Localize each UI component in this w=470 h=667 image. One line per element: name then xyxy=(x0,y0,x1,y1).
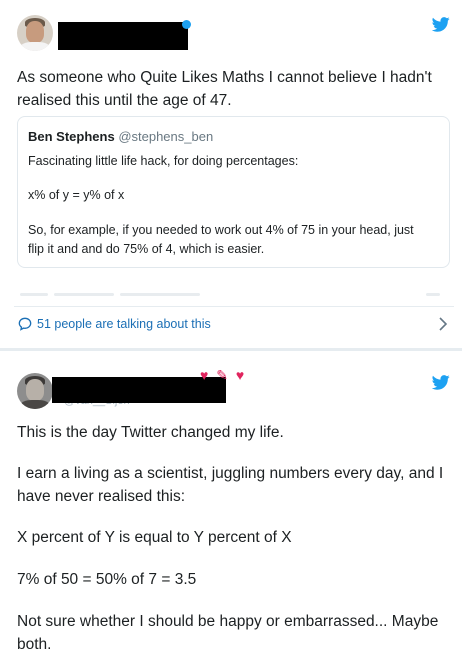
embed-separator xyxy=(0,348,462,351)
tweet-embed-1: As someone who Quite Likes Maths I canno… xyxy=(0,0,462,348)
tweet-text-line-2: realised this until the age of 47. xyxy=(17,92,232,109)
tweet-text-line-1: As someone who Quite Likes Maths I canno… xyxy=(17,69,432,86)
avatar-body xyxy=(20,42,50,51)
faded-metadata-row xyxy=(20,293,440,299)
avatar[interactable] xyxy=(17,373,53,409)
twitter-bird-icon[interactable] xyxy=(432,17,450,32)
avatar-face xyxy=(26,21,44,43)
quoted-author: Ben Stephens @stephens_ben xyxy=(28,129,213,144)
verified-badge-icon xyxy=(182,20,191,29)
quoted-tweet[interactable]: Ben Stephens @stephens_ben Fascinating l… xyxy=(17,116,450,268)
tweet-text-line-5: both. xyxy=(17,636,52,653)
quoted-text-line-1: Fascinating little life hack, for doing … xyxy=(28,154,299,168)
quoted-text-line-4: flip it and and do 75% of 4, which is ea… xyxy=(28,242,265,256)
tweet-text-equation-2: 7% of 50 = 50% of 7 = 3.5 xyxy=(17,571,197,588)
divider xyxy=(14,306,454,307)
tweet-text-line-3: have never realised this: xyxy=(17,488,186,505)
avatar[interactable] xyxy=(17,15,53,51)
tweet-text-line-1: This is the day Twitter changed my life. xyxy=(17,424,284,441)
conversation-link[interactable]: 51 people are talking about this xyxy=(18,314,448,336)
tweet-text-equation-1: X percent of Y is equal to Y percent of … xyxy=(17,529,292,546)
speech-bubble-icon xyxy=(18,317,32,331)
quoted-text-formula: x% of y = y% of x xyxy=(28,188,125,202)
tweet-text-line-4: Not sure whether I should be happy or em… xyxy=(17,613,439,630)
twitter-bird-icon[interactable] xyxy=(432,375,450,390)
tweet-text-line-2: I earn a living as a scientist, juggling… xyxy=(17,465,444,482)
chevron-right-icon xyxy=(439,317,448,331)
name-emoji-decoration: ♥ ✎ ♥ xyxy=(200,367,247,383)
avatar-body xyxy=(20,400,50,409)
conversation-label: 51 people are talking about this xyxy=(37,317,211,331)
avatar-face xyxy=(26,379,44,401)
quoted-author-handle: @stephens_ben xyxy=(118,129,214,144)
quoted-text-line-3: So, for example, if you needed to work o… xyxy=(28,223,414,237)
quoted-author-name: Ben Stephens xyxy=(28,129,115,144)
redacted-name-bar xyxy=(58,22,188,50)
